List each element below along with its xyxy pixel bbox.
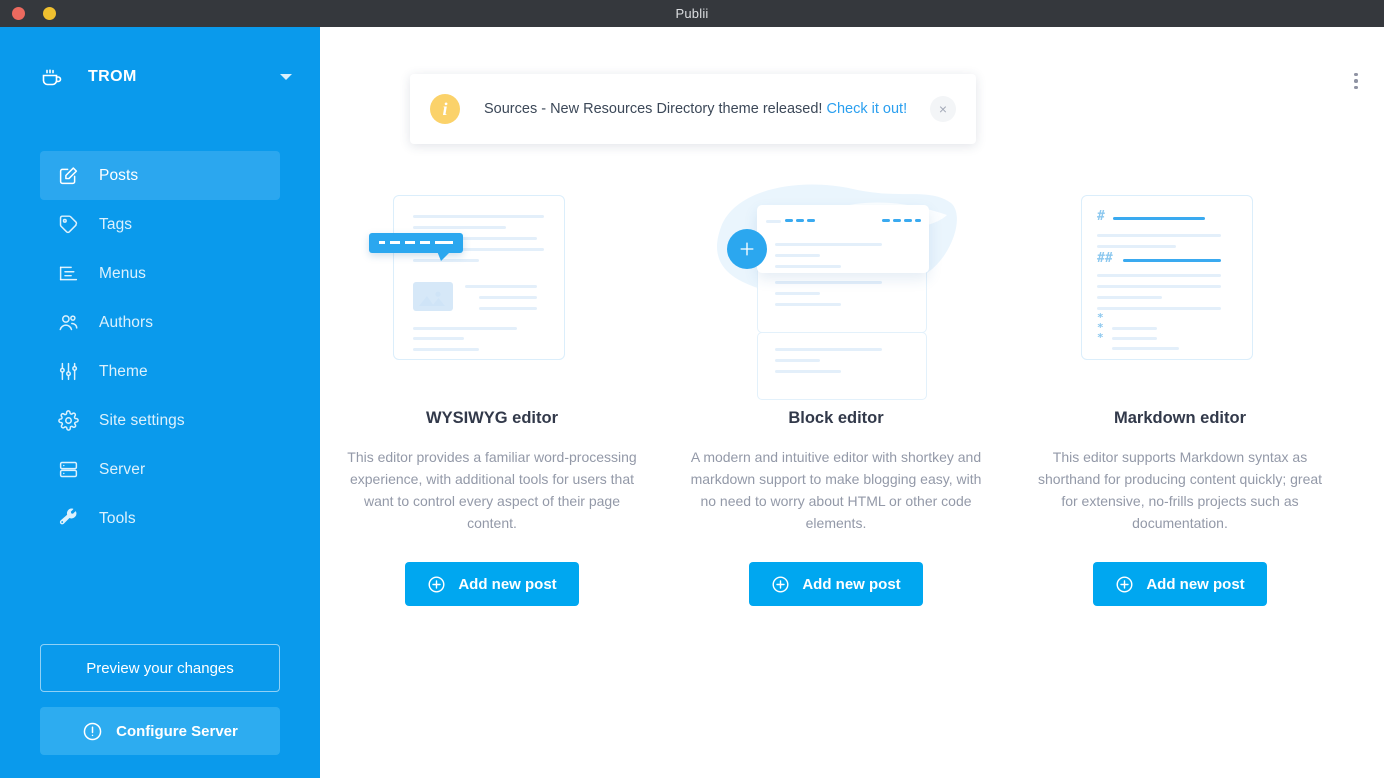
sidebar-item-posts[interactable]: Posts bbox=[40, 151, 280, 200]
sidebar: TROM Posts Tags Menus Authors Theme Site… bbox=[0, 27, 320, 778]
sidebar-item-authors[interactable]: Authors bbox=[40, 298, 280, 347]
menu-list-icon bbox=[54, 262, 82, 286]
card-title: Markdown editor bbox=[1113, 409, 1246, 427]
sidebar-item-label: Tools bbox=[99, 509, 136, 527]
sidebar-item-menus[interactable]: Menus bbox=[40, 249, 280, 298]
sidebar-item-tools[interactable]: Tools bbox=[40, 494, 280, 543]
preview-changes-button[interactable]: Preview your changes bbox=[40, 644, 280, 692]
server-icon bbox=[54, 458, 82, 482]
window-title: Publii bbox=[675, 6, 709, 21]
window-titlebar: Publii bbox=[0, 0, 1384, 27]
editor-card-block: Block editor A modern and intuitive edit… bbox=[664, 184, 1008, 606]
preview-changes-label: Preview your changes bbox=[86, 659, 234, 677]
configure-server-label: Configure Server bbox=[116, 722, 238, 740]
configure-server-button[interactable]: Configure Server bbox=[40, 707, 280, 755]
editor-cards: WYSIWYG editor This editor provides a fa… bbox=[320, 184, 1384, 606]
kebab-menu-icon[interactable] bbox=[1342, 67, 1370, 95]
gear-icon bbox=[54, 409, 82, 433]
info-icon: i bbox=[430, 94, 460, 124]
block-editor-illustration bbox=[711, 184, 961, 400]
sidebar-nav: Posts Tags Menus Authors Theme Site sett… bbox=[0, 151, 320, 543]
add-new-post-label: Add new post bbox=[1146, 575, 1245, 593]
plus-circle-icon bbox=[771, 575, 790, 594]
wysiwyg-editor-illustration bbox=[367, 187, 617, 387]
sidebar-item-site-settings[interactable]: Site settings bbox=[40, 396, 280, 445]
sidebar-item-server[interactable]: Server bbox=[40, 445, 280, 494]
add-new-post-label: Add new post bbox=[458, 575, 557, 593]
window-minimize-button[interactable] bbox=[43, 7, 56, 20]
sidebar-item-label: Site settings bbox=[99, 411, 185, 429]
sidebar-item-label: Server bbox=[99, 460, 146, 478]
notification-text: Sources - New Resources Directory theme … bbox=[484, 101, 920, 117]
site-name: TROM bbox=[88, 68, 137, 85]
sidebar-item-label: Menus bbox=[99, 264, 147, 282]
window-close-button[interactable] bbox=[12, 7, 25, 20]
coffee-cup-icon bbox=[40, 65, 66, 89]
notification-message: Sources - New Resources Directory theme … bbox=[484, 101, 823, 117]
card-description: This editor supports Markdown syntax as … bbox=[1037, 449, 1323, 531]
users-icon bbox=[54, 311, 82, 335]
tag-icon bbox=[54, 213, 82, 237]
sidebar-item-label: Posts bbox=[99, 166, 139, 184]
main-content: i Sources - New Resources Directory them… bbox=[320, 27, 1384, 778]
sidebar-item-label: Theme bbox=[99, 362, 148, 380]
window-controls bbox=[12, 0, 56, 27]
plus-circle-icon bbox=[1115, 575, 1134, 594]
chevron-down-icon[interactable] bbox=[280, 74, 292, 80]
card-title: WYSIWYG editor bbox=[426, 409, 558, 427]
sidebar-item-label: Tags bbox=[99, 215, 133, 233]
sidebar-item-label: Authors bbox=[99, 313, 154, 331]
markdown-editor-illustration: # ## * * * bbox=[1055, 187, 1305, 387]
notification-link[interactable]: Check it out! bbox=[827, 101, 908, 117]
add-new-post-button-wysiwyg[interactable]: Add new post bbox=[405, 562, 579, 606]
add-new-post-button-block[interactable]: Add new post bbox=[749, 562, 923, 606]
sidebar-item-tags[interactable]: Tags bbox=[40, 200, 280, 249]
wrench-icon bbox=[54, 507, 82, 531]
add-block-icon bbox=[727, 229, 767, 269]
plus-circle-icon bbox=[427, 575, 446, 594]
close-icon[interactable]: × bbox=[930, 96, 956, 122]
editor-card-markdown: # ## * * * Markdown editor This editor s… bbox=[1008, 187, 1352, 606]
sliders-icon bbox=[54, 360, 82, 384]
card-description: A modern and intuitive editor with short… bbox=[690, 449, 982, 531]
edit-square-icon bbox=[54, 164, 82, 188]
sidebar-item-theme[interactable]: Theme bbox=[40, 347, 280, 396]
card-title: Block editor bbox=[788, 409, 884, 427]
add-new-post-button-markdown[interactable]: Add new post bbox=[1093, 562, 1267, 606]
editor-card-wysiwyg: WYSIWYG editor This editor provides a fa… bbox=[320, 187, 664, 606]
notification-bar: i Sources - New Resources Directory them… bbox=[410, 74, 976, 144]
add-new-post-label: Add new post bbox=[802, 575, 901, 593]
exclamation-circle-icon bbox=[82, 721, 103, 742]
site-switcher[interactable]: TROM bbox=[0, 49, 320, 105]
card-description: This editor provides a familiar word-pro… bbox=[347, 449, 637, 531]
